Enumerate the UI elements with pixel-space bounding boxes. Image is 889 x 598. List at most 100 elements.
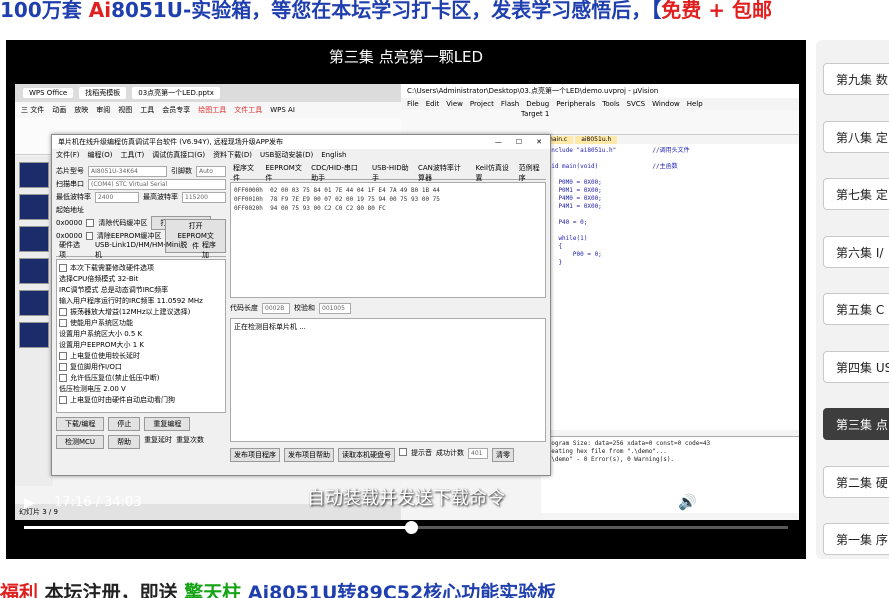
publish-program-button: 发布项目程序 — [230, 448, 280, 462]
tab-program: 程序加 — [202, 241, 217, 259]
keil-menu: File Edit View Project Flash Debug Perip… — [401, 98, 799, 110]
option-label: 输入用户程序运行时的IRC频率 11.0592 MHz — [59, 296, 203, 305]
addr-2: 0x0000 — [56, 232, 83, 240]
wps-menu-item: 三 文件 — [21, 106, 45, 114]
playlist-item[interactable]: 第四集 US — [823, 350, 889, 383]
playlist-item[interactable]: 第九集 数 — [823, 63, 889, 95]
close-icon: ✕ — [536, 138, 542, 146]
build-line: ".\demo" - 0 Error(s), 0 Warning(s). — [544, 456, 675, 463]
play-icon[interactable]: ▶ — [24, 495, 35, 511]
checksum-value: 001005 — [319, 302, 351, 314]
wps-menu-item: 审阅 — [96, 106, 111, 114]
download-button: 下载/编程 — [56, 417, 105, 431]
slide-thumbnails — [15, 156, 53, 486]
checkbox — [59, 395, 67, 404]
pins-label: 引脚数 — [171, 167, 192, 175]
progress-bar[interactable] — [24, 521, 788, 534]
stc-menu-item: 编程(O) — [87, 151, 113, 159]
stc-menu-item: 文件(F) — [56, 151, 80, 159]
banner-text-1: 100万套 — [0, 0, 89, 20]
option-label: 使能用户系统区功能 — [70, 318, 133, 327]
addr-title: 起始地址 — [56, 206, 84, 214]
download-buttons-2: 检测MCU 帮助 重复延时 重复次数 — [56, 435, 226, 449]
more-options-icon[interactable]: ⋮ — [774, 491, 790, 510]
help-button: 帮助 — [108, 435, 141, 449]
code-line: ​ — [544, 227, 799, 235]
baud-row: 最低波特率 2400 最高波特率 115200 — [56, 191, 226, 203]
keil-menu-item: Project — [469, 100, 494, 108]
time-display: 17:16 / 34:03 — [54, 495, 142, 510]
playlist-item[interactable]: 第三集 点 — [823, 408, 889, 440]
keil-menu-item: Peripherals — [556, 100, 596, 108]
keil-menu-item: View — [446, 100, 463, 108]
option-row: 设置用户系统区大小 0.5 K — [59, 328, 223, 339]
slide-thumbnail — [19, 194, 49, 220]
playlist-item[interactable]: 第一集 序 — [823, 523, 889, 555]
code-line: P4M0 = 0X00; — [544, 195, 602, 202]
wps-menu-item: 文件工具 — [234, 106, 263, 114]
checkbox — [59, 263, 67, 272]
banner-text-4: 免费 — [661, 0, 702, 20]
footer-promo[interactable]: 福利 本坛注册，即送 擎天柱 Ai8051U转89C52核心功能实验板 — [0, 578, 889, 598]
code-line: } — [544, 267, 799, 275]
option-row: 低压检测电压 2.00 V — [59, 383, 223, 394]
stc-menu-item: 资料下载(D) — [213, 151, 252, 159]
keil-menu-item: Tools — [602, 100, 620, 108]
playlist-item[interactable]: 第五集 C — [823, 293, 889, 325]
wps-tab-home: WPS Office — [23, 88, 74, 98]
volume-icon[interactable]: 🔊 — [678, 493, 697, 511]
fullscreen-icon[interactable]: ⛶ — [724, 492, 735, 510]
stc-menu-item: 工具(T) — [120, 151, 145, 159]
option-label: 允许低压复位(禁止低压中断) — [70, 373, 160, 382]
code-line: P40 = 0; — [544, 219, 588, 226]
check-mcu-button: 检测MCU — [56, 435, 105, 449]
option-row: 输入用户程序运行时的IRC频率 11.0592 MHz — [59, 295, 223, 306]
video-player[interactable]: 第三集 点亮第一颗LED WPS Office 找稻壳模板 03点亮第一个LED… — [6, 40, 806, 559]
playlist-item[interactable]: 第二集 硬 — [823, 465, 889, 498]
wps-menu-item: 会员专享 — [162, 106, 191, 114]
stc-title-bar: 单片机在线升级编程仿真调试平台软件 (V6.94Y), 远程现场升级APP发布 … — [52, 135, 550, 149]
keil-menu-item: SVCS — [626, 100, 646, 108]
footer-text-3: 擎天柱 — [184, 582, 242, 598]
stc-menu-item: 调试仿真接口(G) — [152, 151, 206, 159]
port-label: 扫描串口 — [56, 180, 84, 188]
keil-title: C:\Users\Administrator\Desktop\03.点亮第一个L… — [401, 84, 799, 98]
code-line: P00 = 0; — [544, 251, 602, 258]
addr-1: 0x0000 — [56, 219, 83, 227]
option-label: 上电复位使用较长延时 — [70, 351, 140, 360]
option-label: 选择CPU倍频模式 32-Bit — [59, 274, 139, 283]
stc-isp-window: 单片机在线升级编程仿真调试平台软件 (V6.94Y), 远程现场升级APP发布 … — [51, 134, 551, 476]
max-baud-label: 最高波特率 — [143, 193, 178, 201]
hex-view: 0FF0000h 02 00 03 75 84 01 7E 44 04 1F E… — [230, 182, 546, 298]
wps-tab-template: 找稻壳模板 — [79, 87, 127, 99]
wps-menu-item: 放映 — [74, 106, 89, 114]
checkbox — [86, 219, 95, 227]
option-row: 使能用户系统区功能 — [59, 317, 223, 328]
min-baud-select: 2400 — [95, 191, 139, 203]
chip-select: AI8051U-34K64 — [88, 165, 167, 177]
playlist-item[interactable]: 第七集 定 — [823, 178, 889, 210]
code-line: P4M1 = 0X00; — [544, 203, 602, 210]
chip-label: 芯片型号 — [56, 167, 84, 175]
playlist-item[interactable]: 第八集 定 — [823, 120, 889, 153]
keil-menu-item: Help — [686, 100, 703, 108]
wps-menu-item: 动画 — [52, 106, 67, 114]
progress-handle[interactable] — [405, 521, 419, 534]
slide-thumbnail — [19, 226, 49, 252]
promo-banner[interactable]: 100万套 Ai8051U-实验箱，等您在本坛学习打卡区，发表学习感悟后，【免费… — [0, 0, 889, 20]
success-count-label: 成功计数 — [436, 449, 464, 457]
wps-menu-item: 绘图工具 — [198, 106, 227, 114]
success-count-value: 401 — [468, 448, 488, 459]
option-row: 本次下载需要修改硬件选项 — [59, 262, 223, 273]
option-row: 振荡器放大增益(12MHz以上建议选择) — [59, 306, 223, 317]
publish-help-button: 发布项目帮助 — [284, 448, 334, 462]
minimize-icon: — — [494, 138, 502, 146]
footer-text-2: 本坛注册，即送 — [38, 582, 185, 598]
code-line: while(1) — [544, 235, 588, 242]
checkbox — [59, 351, 67, 360]
video-title: 第三集 点亮第一颗LED — [328, 48, 484, 66]
playlist-item[interactable]: 第六集 I/ — [823, 235, 889, 268]
video-frame: WPS Office 找稻壳模板 03点亮第一个LED.pptx 三 文件 动画… — [15, 84, 799, 520]
option-label: 复位脚用作I/O口 — [70, 362, 122, 371]
hex-line: 0FF0020h 94 00 75 93 00 C2 C0 C2 80 80 F… — [234, 205, 386, 212]
